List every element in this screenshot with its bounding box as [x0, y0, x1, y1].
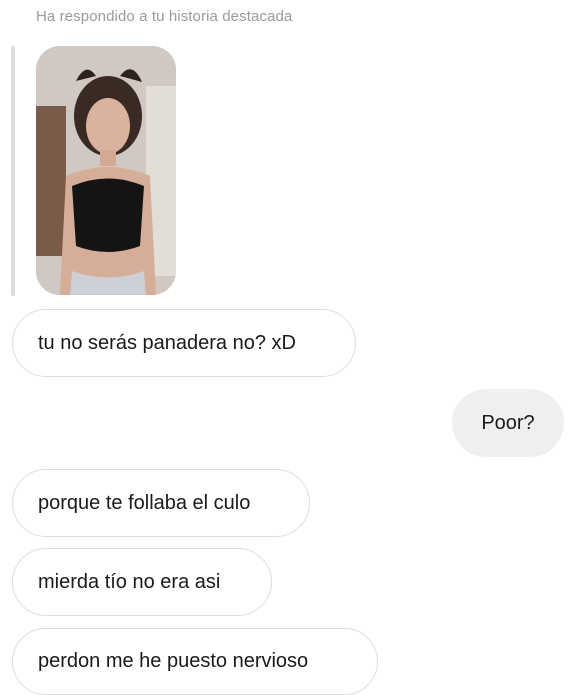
story-thumbnail-image — [36, 46, 176, 295]
message-text: Poor? — [481, 411, 535, 434]
story-thumbnail[interactable] — [36, 46, 176, 295]
message-text: mierda tío no era asi — [38, 570, 221, 593]
story-reply-indicator-line — [11, 46, 15, 296]
story-reply-caption: Ha respondido a tu historia destacada — [36, 8, 293, 25]
message-bubble-sent[interactable]: tu no serás panadera no? xD — [12, 309, 356, 377]
message-text: porque te follaba el culo — [38, 491, 251, 514]
message-bubble-sent[interactable]: perdon me he puesto nervioso — [12, 628, 378, 695]
message-text: perdon me he puesto nervioso — [38, 650, 309, 672]
message-text: tu no serás panadera no? xD — [38, 331, 296, 354]
message-bubble-sent[interactable]: porque te follaba el culo — [12, 469, 310, 537]
message-bubble-received[interactable]: Poor? — [452, 389, 564, 457]
message-bubble-sent[interactable]: mierda tío no era asi — [12, 548, 272, 616]
